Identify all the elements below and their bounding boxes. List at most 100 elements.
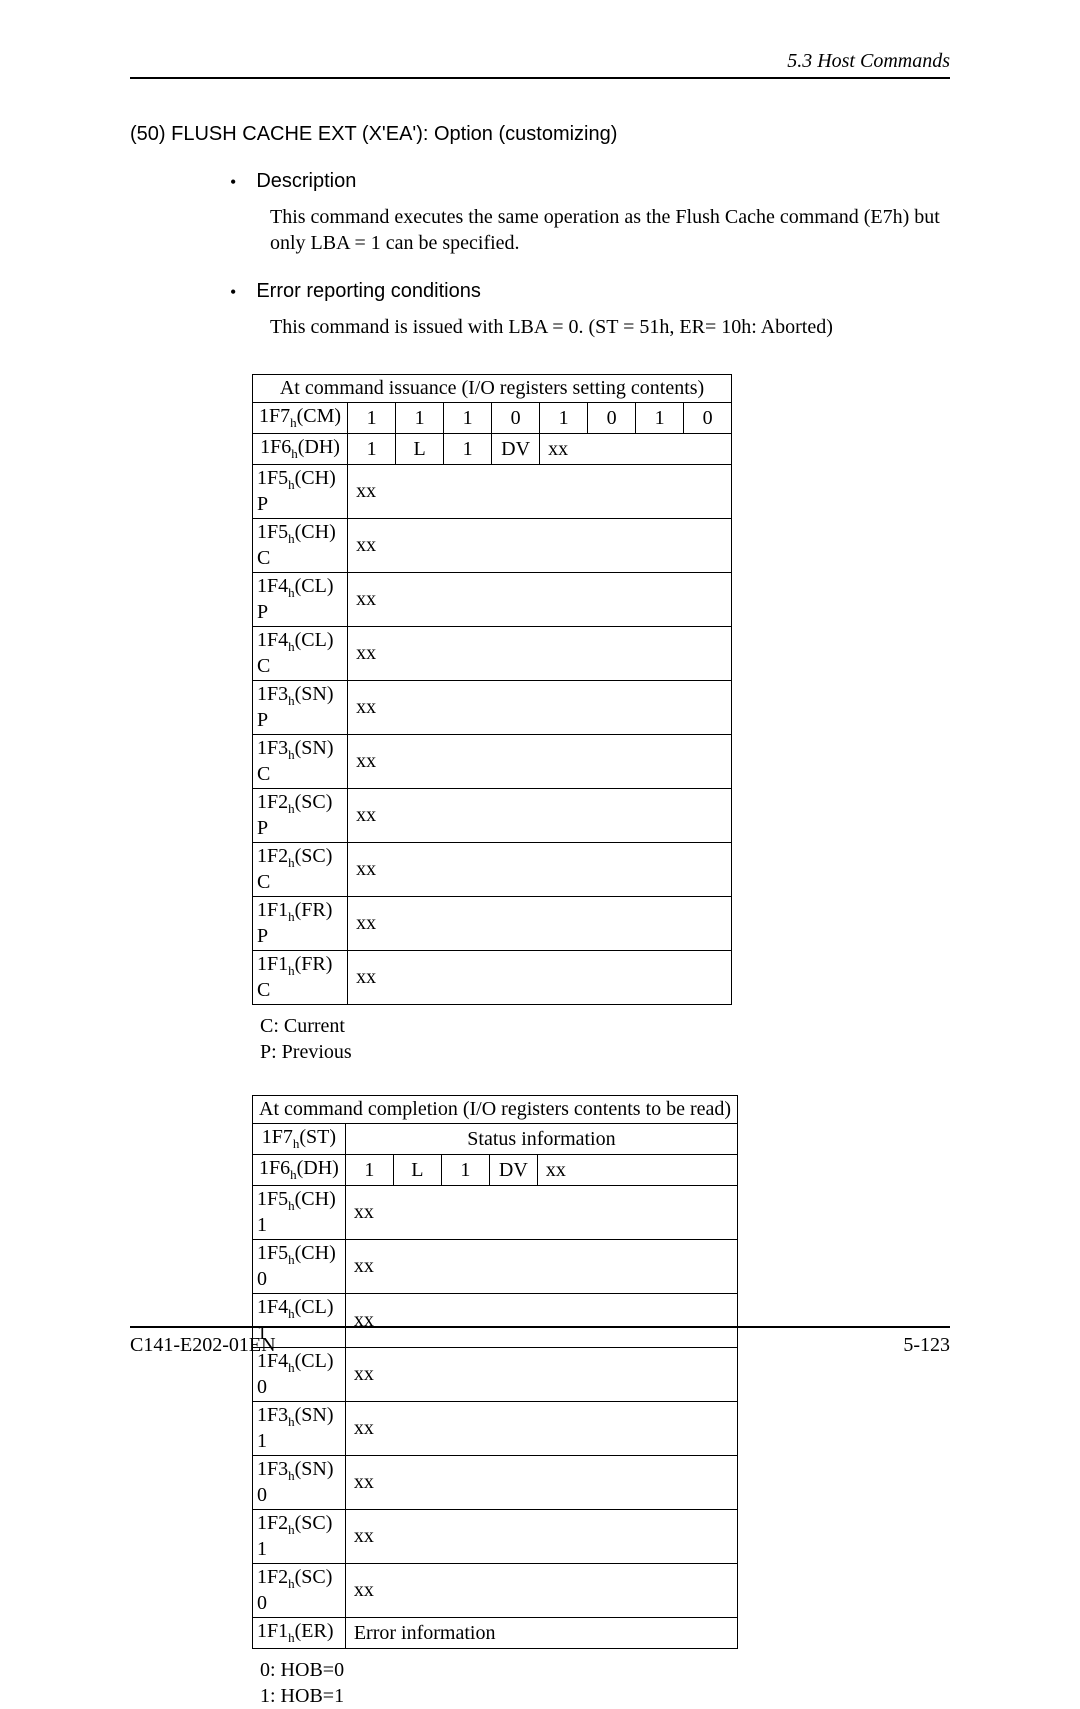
full-cell: Error information	[345, 1618, 737, 1649]
register-label: 1F6h(DH)	[253, 434, 348, 465]
header-section: 5.3 Host Commands	[130, 50, 950, 77]
bit-cell: 1	[444, 434, 492, 465]
footer: C141-E202-01EN 5-123	[130, 1326, 950, 1357]
table-row: 1F7h(CM)11101010	[253, 403, 732, 434]
register-label: 1F5h(CH) 0	[253, 1240, 346, 1294]
register-label: 1F5h(CH) P	[253, 465, 348, 519]
table-title: At command issuance (I/O registers setti…	[253, 375, 732, 403]
header-rule: 5.3 Host Commands	[130, 50, 950, 79]
full-cell: xx	[345, 1510, 737, 1564]
table-row: 1F6h(DH)1L1DVxx	[253, 1155, 738, 1186]
table-row: 1F3h(SN) Cxx	[253, 735, 732, 789]
bit-cell: xx	[537, 1155, 737, 1186]
bit-cell: 1	[348, 403, 396, 434]
note-line: 1: HOB=1	[260, 1683, 950, 1709]
footer-left: C141-E202-01EN	[130, 1334, 276, 1357]
note-line: 0: HOB=0	[260, 1657, 950, 1683]
table-row: 1F1h(ER)Error information	[253, 1618, 738, 1649]
footer-right: 5-123	[903, 1334, 950, 1357]
bullet-dot-icon: •	[230, 280, 236, 304]
table-row: 1F4h(CL) Cxx	[253, 627, 732, 681]
register-label: 1F7h(ST)	[253, 1124, 346, 1155]
bit-cell: 1	[396, 403, 444, 434]
table-row: 1F2h(SC) Pxx	[253, 789, 732, 843]
bit-cell: 1	[636, 403, 684, 434]
table-row: 1F3h(SN) Pxx	[253, 681, 732, 735]
bullet-label: Description	[256, 170, 356, 193]
bit-cell: 0	[684, 403, 732, 434]
table-row: 1F1h(FR) Cxx	[253, 951, 732, 1005]
table-row: 1F2h(SC) 1xx	[253, 1510, 738, 1564]
bit-cell: DV	[492, 434, 540, 465]
completion-notes: 0: HOB=01: HOB=1	[260, 1657, 950, 1709]
bit-cell: 1	[441, 1155, 489, 1186]
register-label: 1F3h(SN) P	[253, 681, 348, 735]
table-row: 1F5h(CH) Cxx	[253, 519, 732, 573]
full-cell: xx	[348, 735, 732, 789]
register-label: 1F1h(FR) C	[253, 951, 348, 1005]
description-text: This command executes the same operation…	[270, 204, 940, 256]
issuance-table: At command issuance (I/O registers setti…	[252, 374, 732, 1005]
bit-cell: 0	[588, 403, 636, 434]
register-label: 1F2h(SC) 0	[253, 1564, 346, 1618]
full-cell: xx	[348, 465, 732, 519]
table-row: 1F3h(SN) 0xx	[253, 1456, 738, 1510]
table-title: At command completion (I/O registers con…	[253, 1096, 738, 1124]
full-cell: xx	[348, 519, 732, 573]
bit-cell: 1	[540, 403, 588, 434]
bit-cell: 0	[492, 403, 540, 434]
full-cell: xx	[348, 897, 732, 951]
error-text: This command is issued with LBA = 0. (ST…	[270, 314, 940, 340]
issuance-notes: C: CurrentP: Previous	[260, 1013, 950, 1065]
register-label: 1F5h(CH) C	[253, 519, 348, 573]
register-label: 1F7h(CM)	[253, 403, 348, 434]
bit-cell: 1	[348, 434, 396, 465]
bullet-description: • Description	[230, 170, 950, 194]
table-row: 1F6h(DH)1L1DVxx	[253, 434, 732, 465]
register-label: 1F1h(FR) P	[253, 897, 348, 951]
full-cell: xx	[348, 627, 732, 681]
register-label: 1F2h(SC) P	[253, 789, 348, 843]
table-row: 1F1h(FR) Pxx	[253, 897, 732, 951]
full-cell: xx	[348, 681, 732, 735]
table-row: 1F4h(CL) Pxx	[253, 573, 732, 627]
full-cell: xx	[345, 1402, 737, 1456]
table-row: 1F2h(SC) 0xx	[253, 1564, 738, 1618]
full-cell: xx	[348, 951, 732, 1005]
register-label: 1F3h(SN) 1	[253, 1402, 346, 1456]
full-cell: xx	[348, 843, 732, 897]
full-cell: Status information	[345, 1124, 737, 1155]
full-cell: xx	[348, 573, 732, 627]
register-label: 1F4h(CL) P	[253, 573, 348, 627]
note-line: C: Current	[260, 1013, 950, 1039]
note-line: P: Previous	[260, 1039, 950, 1065]
page: 5.3 Host Commands (50) FLUSH CACHE EXT (…	[0, 0, 1080, 1397]
bit-cell: 1	[345, 1155, 393, 1186]
register-label: 1F3h(SN) 0	[253, 1456, 346, 1510]
bit-cell: xx	[540, 434, 732, 465]
full-cell: xx	[345, 1456, 737, 1510]
bit-cell: DV	[489, 1155, 537, 1186]
bit-cell: L	[396, 434, 444, 465]
full-cell: xx	[348, 789, 732, 843]
table-row: 1F5h(CH) 1xx	[253, 1186, 738, 1240]
completion-table: At command completion (I/O registers con…	[252, 1095, 738, 1649]
table-row: 1F5h(CH) 0xx	[253, 1240, 738, 1294]
command-title: (50) FLUSH CACHE EXT (X'EA'): Option (cu…	[130, 123, 950, 146]
register-label: 1F6h(DH)	[253, 1155, 346, 1186]
register-label: 1F1h(ER)	[253, 1618, 346, 1649]
full-cell: xx	[345, 1564, 737, 1618]
register-label: 1F4h(CL) C	[253, 627, 348, 681]
register-label: 1F2h(SC) 1	[253, 1510, 346, 1564]
register-label: 1F5h(CH) 1	[253, 1186, 346, 1240]
bullet-label: Error reporting conditions	[256, 280, 481, 303]
bullet-error: • Error reporting conditions	[230, 280, 950, 304]
full-cell: xx	[345, 1186, 737, 1240]
table-row: 1F2h(SC) Cxx	[253, 843, 732, 897]
table-row: 1F3h(SN) 1xx	[253, 1402, 738, 1456]
bullet-dot-icon: •	[230, 170, 236, 194]
bit-cell: L	[393, 1155, 441, 1186]
register-label: 1F3h(SN) C	[253, 735, 348, 789]
bit-cell: 1	[444, 403, 492, 434]
table-row: 1F5h(CH) Pxx	[253, 465, 732, 519]
